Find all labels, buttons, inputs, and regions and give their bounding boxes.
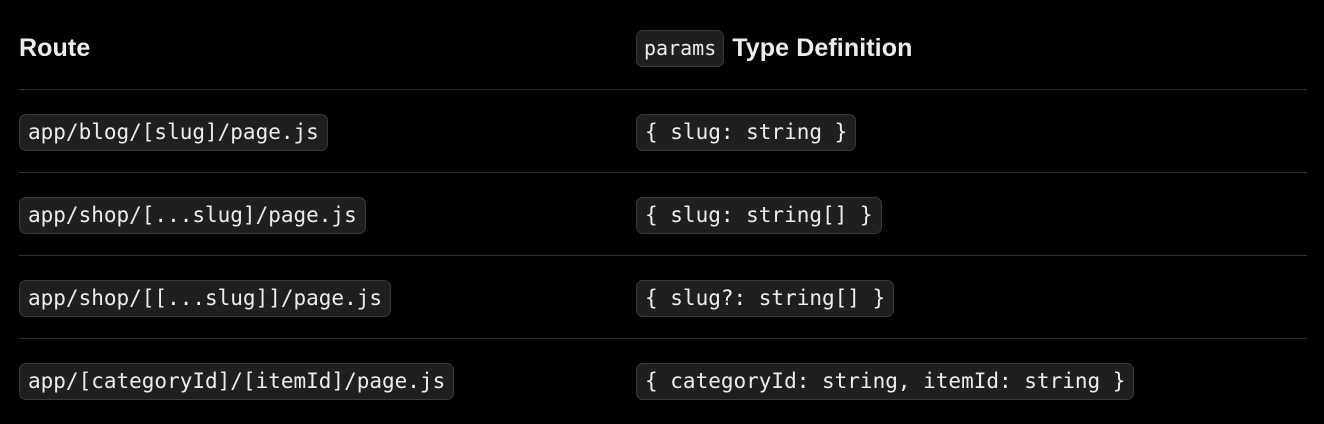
route-code: app/blog/[slug]/page.js <box>19 114 328 151</box>
header-cell-route: Route <box>19 0 90 89</box>
table-header-row: Route params Type Definition <box>19 0 1307 90</box>
route-cell: app/shop/[[...slug]]/page.js <box>19 256 392 338</box>
params-type-cell: { slug: string[] } <box>636 173 882 255</box>
params-type-code: { categoryId: string, itemId: string } <box>636 363 1135 400</box>
params-type-code: { slug?: string[] } <box>636 280 895 317</box>
header-cell-type-definition: params Type Definition <box>636 0 912 89</box>
table-row: app/blog/[slug]/page.js { slug: string } <box>19 90 1307 173</box>
route-cell: app/[categoryId]/[itemId]/page.js <box>19 339 455 421</box>
route-code: app/shop/[[...slug]]/page.js <box>19 280 392 317</box>
params-type-cell: { slug?: string[] } <box>636 256 895 338</box>
route-code: app/shop/[...slug]/page.js <box>19 197 366 234</box>
table-row: app/shop/[...slug]/page.js { slug: strin… <box>19 173 1307 256</box>
params-type-code: { slug: string } <box>636 114 857 151</box>
route-column-header: Route <box>19 34 91 62</box>
params-type-cell: { slug: string } <box>636 90 857 172</box>
route-cell: app/shop/[...slug]/page.js <box>19 173 366 255</box>
params-type-code: { slug: string[] } <box>636 197 882 234</box>
params-type-cell: { categoryId: string, itemId: string } <box>636 339 1135 421</box>
route-code: app/[categoryId]/[itemId]/page.js <box>19 363 455 400</box>
table-row: app/shop/[[...slug]]/page.js { slug?: st… <box>19 256 1307 339</box>
routes-params-table: Route params Type Definition app/blog/[s… <box>19 0 1307 421</box>
params-inline-code: params <box>636 30 725 67</box>
type-definition-column-header: Type Definition <box>732 34 913 62</box>
table-row: app/[categoryId]/[itemId]/page.js { cate… <box>19 339 1307 421</box>
route-cell: app/blog/[slug]/page.js <box>19 90 328 172</box>
